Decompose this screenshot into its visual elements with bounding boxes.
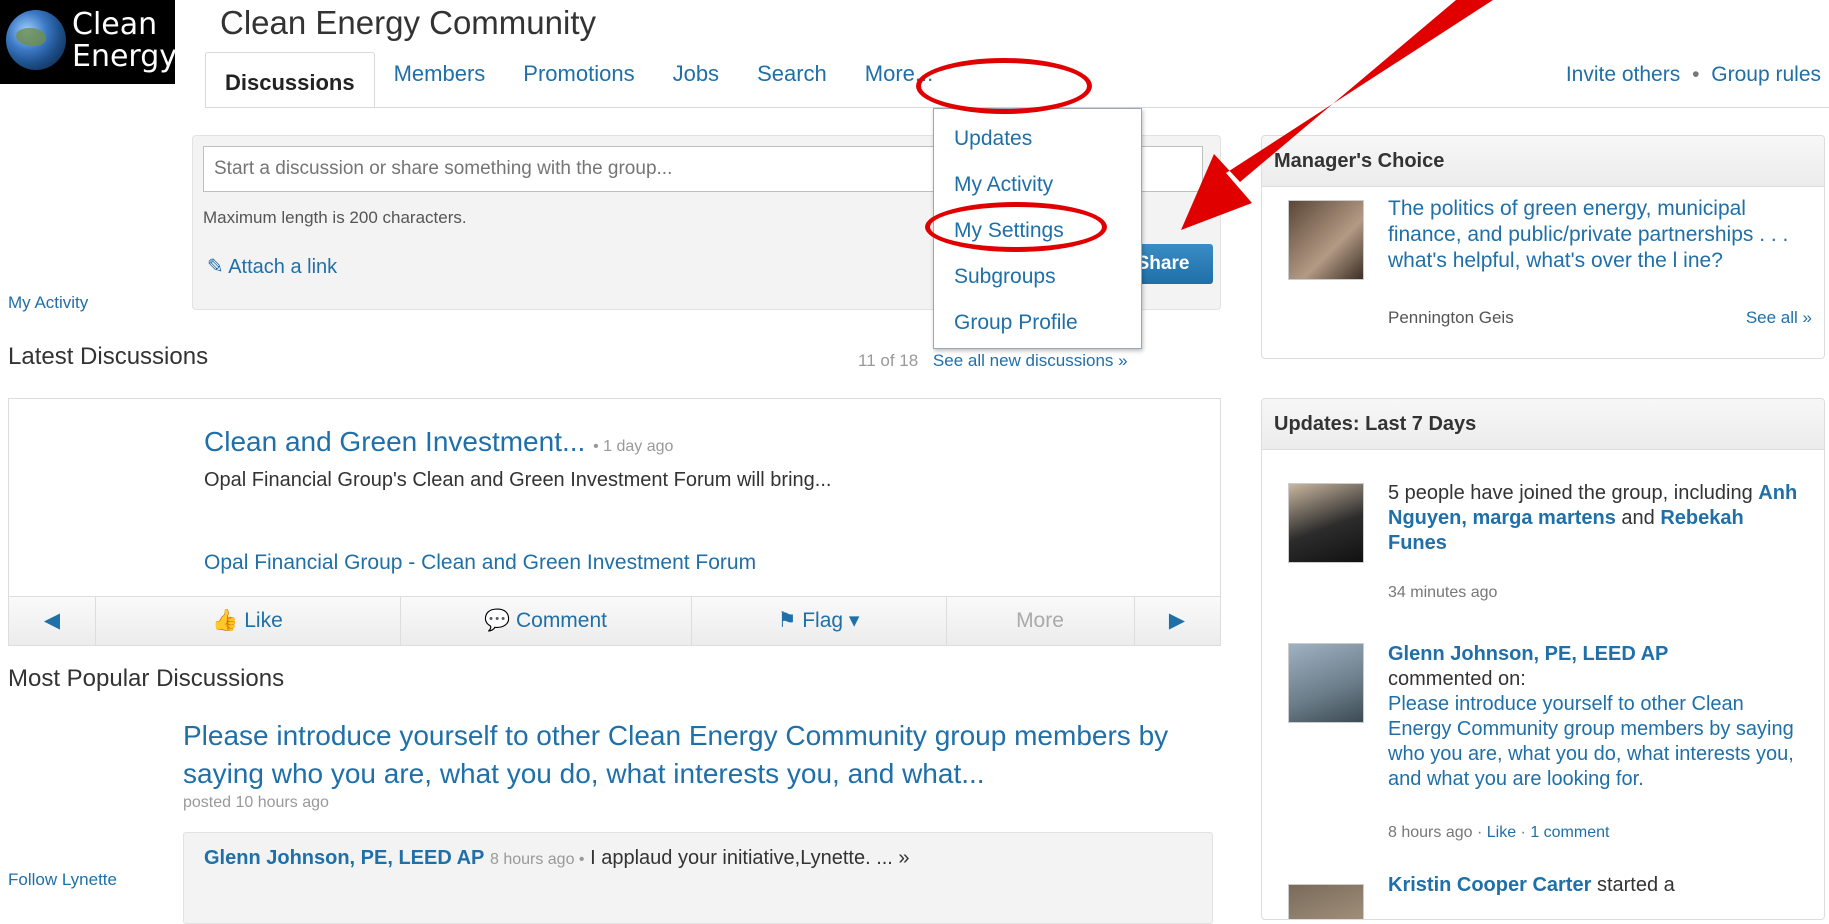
update-time: 34 minutes ago — [1388, 584, 1498, 601]
paperclip-icon: ✎ — [207, 256, 229, 278]
managers-choice-panel: Manager's Choice The politics of green e… — [1261, 135, 1825, 359]
latest-discussions-heading: Latest Discussions — [8, 343, 209, 370]
post-title-row: Clean and Green Investment... • 1 day ag… — [204, 426, 673, 458]
globe-icon — [6, 10, 66, 70]
tab-discussions[interactable]: Discussions — [205, 52, 375, 108]
tab-search[interactable]: Search — [738, 52, 846, 100]
speech-bubble-icon: 💬 — [483, 609, 516, 632]
post-action-bar: ◀ 👍 Like 💬 Comment ⚑ Flag ▾ More ▶ — [9, 596, 1220, 645]
avatar[interactable] — [1288, 483, 1364, 563]
menu-item-updates[interactable]: Updates — [954, 127, 1032, 151]
post-shared-link[interactable]: Opal Financial Group - Clean and Green I… — [204, 551, 756, 575]
managers-choice-author: Pennington Geis — [1388, 308, 1514, 327]
group-title[interactable]: Clean Energy Community — [220, 4, 596, 42]
logo-text-line2: Energy — [72, 39, 175, 74]
popular-post-meta: posted 10 hours ago — [183, 794, 329, 811]
popular-post-title[interactable]: Please introduce yourself to other Clean… — [183, 717, 1223, 793]
and-text: and — [1621, 507, 1655, 529]
update-comment-meta: 8 hours ago · Like · 1 comment — [1388, 824, 1610, 841]
commenter-link[interactable]: Glenn Johnson, PE, LEED AP — [1388, 643, 1668, 665]
see-all-discussions-link[interactable]: See all new discussions » — [923, 351, 1128, 370]
starter-link[interactable]: Kristin Cooper Carter — [1388, 874, 1591, 896]
flag-label: Flag ▾ — [802, 609, 860, 632]
see-all-link[interactable]: See all » — [1746, 308, 1812, 328]
group-rules-link[interactable]: Group rules — [1711, 63, 1821, 86]
avatar[interactable] — [1288, 884, 1364, 919]
menu-item-subgroups[interactable]: Subgroups — [954, 265, 1056, 289]
my-settings-highlight — [925, 202, 1107, 252]
discussion-card: Clean and Green Investment... • 1 day ag… — [8, 398, 1221, 646]
post-time: • 1 day ago — [593, 438, 674, 455]
next-arrow-icon[interactable]: ▶ — [1134, 597, 1220, 645]
group-logo[interactable]: Clean Energy — [0, 0, 175, 84]
tab-members[interactable]: Members — [375, 52, 505, 100]
post-title-link[interactable]: Clean and Green Investment... — [204, 426, 585, 457]
logo-text-line1: Clean — [72, 7, 158, 42]
commented-post-link[interactable]: Please introduce yourself to other Clean… — [1388, 693, 1794, 790]
avatar[interactable] — [1288, 200, 1364, 280]
more-tab-highlight — [916, 58, 1092, 114]
managers-choice-link[interactable]: The politics of green energy, municipal … — [1388, 196, 1808, 274]
attach-link-button[interactable]: ✎ Attach a link — [207, 254, 337, 279]
reply-row: Glenn Johnson, PE, LEED AP 8 hours ago •… — [204, 847, 910, 870]
update-item-comment: Glenn Johnson, PE, LEED AP commented on:… — [1388, 642, 1808, 792]
flag-button[interactable]: ⚑ Flag ▾ — [691, 597, 947, 645]
comment-label: Comment — [515, 609, 607, 632]
follow-link[interactable]: Follow Lynette — [8, 870, 117, 890]
menu-item-group-profile[interactable]: Group Profile — [954, 311, 1078, 335]
tab-jobs[interactable]: Jobs — [654, 52, 738, 100]
commented-on-text: commented on: — [1388, 668, 1526, 690]
update-like-link[interactable]: Like — [1487, 824, 1516, 841]
top-links: Invite others • Group rules — [1566, 63, 1821, 87]
count-text: 11 of 18 — [858, 351, 919, 370]
attach-link-label: Attach a link — [228, 256, 338, 278]
invite-others-link[interactable]: Invite others — [1566, 63, 1680, 86]
latest-reply: Glenn Johnson, PE, LEED AP 8 hours ago •… — [183, 832, 1213, 924]
prev-arrow-icon[interactable]: ◀ — [9, 597, 96, 645]
thumbs-up-icon: 👍 — [212, 609, 245, 632]
flag-icon: ⚑ — [777, 609, 803, 632]
like-button[interactable]: 👍 Like — [95, 597, 401, 645]
avatar[interactable] — [1288, 643, 1364, 723]
update-comments-link[interactable]: 1 comment — [1530, 824, 1609, 841]
my-activity-link[interactable]: My Activity — [8, 293, 88, 313]
updates-panel: Updates: Last 7 Days 5 people have joine… — [1261, 398, 1825, 920]
reply-time: 8 hours ago • — [489, 851, 585, 868]
managers-choice-heading: Manager's Choice — [1262, 136, 1824, 187]
comment-button[interactable]: 💬 Comment — [400, 597, 692, 645]
post-description: Opal Financial Group's Clean and Green I… — [204, 469, 832, 491]
tab-promotions[interactable]: Promotions — [504, 52, 653, 100]
comment-time: 8 hours ago — [1388, 824, 1473, 841]
share-hint: Maximum length is 200 characters. — [203, 208, 467, 227]
reply-author-link[interactable]: Glenn Johnson, PE, LEED AP — [204, 847, 484, 869]
link-separator: • — [1692, 63, 1700, 86]
update-item-started: Kristin Cooper Carter started a — [1388, 873, 1808, 898]
popular-discussions-heading: Most Popular Discussions — [8, 665, 285, 692]
more-button[interactable]: More — [946, 597, 1135, 645]
update-joined-text: 5 people have joined the group, includin… — [1388, 482, 1753, 504]
started-text: started a — [1596, 874, 1675, 896]
menu-item-my-activity[interactable]: My Activity — [954, 173, 1053, 197]
reply-text[interactable]: I applaud your initiative,Lynette. ... » — [590, 847, 909, 869]
discussion-count: 11 of 18 See all new discussions » — [858, 351, 1128, 371]
update-item-joined: 5 people have joined the group, includin… — [1388, 481, 1808, 556]
group-tabs: Discussions Members Promotions Jobs Sear… — [205, 52, 952, 108]
like-label: Like — [244, 609, 283, 632]
updates-heading: Updates: Last 7 Days — [1262, 399, 1824, 450]
